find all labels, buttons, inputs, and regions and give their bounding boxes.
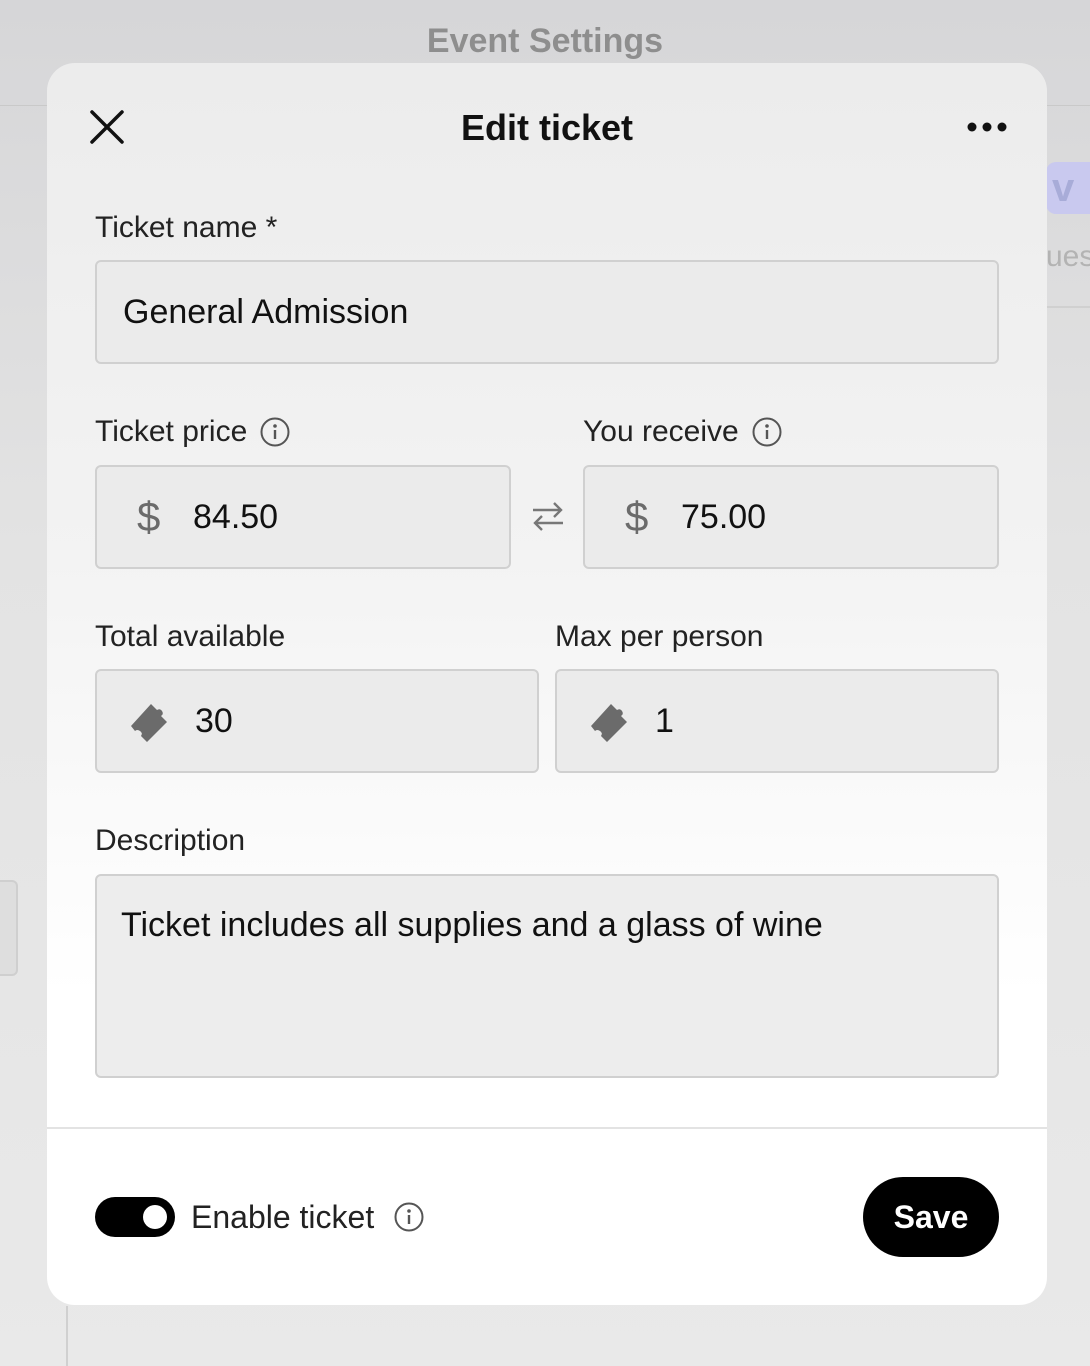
- total-available-value: 30: [195, 701, 233, 740]
- ticket-name-value: General Admission: [123, 292, 409, 331]
- more-icon: [967, 122, 1007, 132]
- background-card: [0, 880, 18, 976]
- background-logo: v: [1046, 162, 1090, 214]
- ticket-price-input[interactable]: $ 84.50: [95, 465, 511, 569]
- you-receive-input[interactable]: $ 75.00: [583, 465, 999, 569]
- enable-ticket-label: Enable ticket: [191, 1199, 375, 1235]
- save-button[interactable]: Save: [863, 1177, 999, 1257]
- max-per-person-value: 1: [655, 701, 674, 740]
- description-label-text: Description: [95, 824, 246, 857]
- enable-ticket-toggle[interactable]: [95, 1197, 175, 1237]
- more-options-button[interactable]: [961, 109, 1013, 145]
- max-per-person-label: Max per person: [555, 620, 763, 654]
- ticket-icon: [591, 704, 627, 742]
- ticket-price-label-text: Ticket price: [95, 415, 248, 448]
- info-icon[interactable]: [259, 416, 291, 448]
- you-receive-label: You receive: [583, 415, 783, 449]
- description-textarea[interactable]: Ticket includes all supplies and a glass…: [95, 874, 999, 1078]
- ticket-name-input[interactable]: General Admission: [95, 260, 999, 364]
- total-available-label-text: Total available: [95, 620, 286, 653]
- ticket-price-label: Ticket price: [95, 415, 291, 449]
- ticket-name-label-text: Ticket name *: [95, 211, 278, 244]
- edit-ticket-modal: Edit ticket Ticket name * General Admiss…: [47, 63, 1047, 1305]
- dollar-icon: $: [625, 493, 649, 540]
- info-icon[interactable]: [393, 1201, 425, 1233]
- description-label: Description: [95, 824, 245, 858]
- ticket-price-value: 84.50: [193, 497, 279, 536]
- background-divider-vertical: [66, 1306, 68, 1366]
- ticket-icon: [131, 704, 167, 742]
- total-available-label: Total available: [95, 620, 285, 654]
- you-receive-value: 75.00: [681, 497, 767, 536]
- background-text-fragment: ues: [1046, 240, 1090, 273]
- background-page-title: Event Settings: [426, 22, 664, 60]
- ticket-name-label: Ticket name *: [95, 211, 277, 245]
- info-icon[interactable]: [751, 416, 783, 448]
- swap-icon[interactable]: [529, 497, 567, 535]
- max-per-person-label-text: Max per person: [555, 620, 764, 653]
- dollar-icon: $: [137, 493, 161, 540]
- description-value: Ticket includes all supplies and a glass…: [121, 906, 823, 944]
- background-divider: [1046, 306, 1090, 308]
- footer-divider: [47, 1127, 1047, 1129]
- you-receive-label-text: You receive: [583, 415, 739, 448]
- max-per-person-input[interactable]: 1: [555, 669, 999, 773]
- total-available-input[interactable]: 30: [95, 669, 539, 773]
- toggle-knob: [143, 1205, 167, 1229]
- modal-title: Edit ticket: [460, 107, 634, 148]
